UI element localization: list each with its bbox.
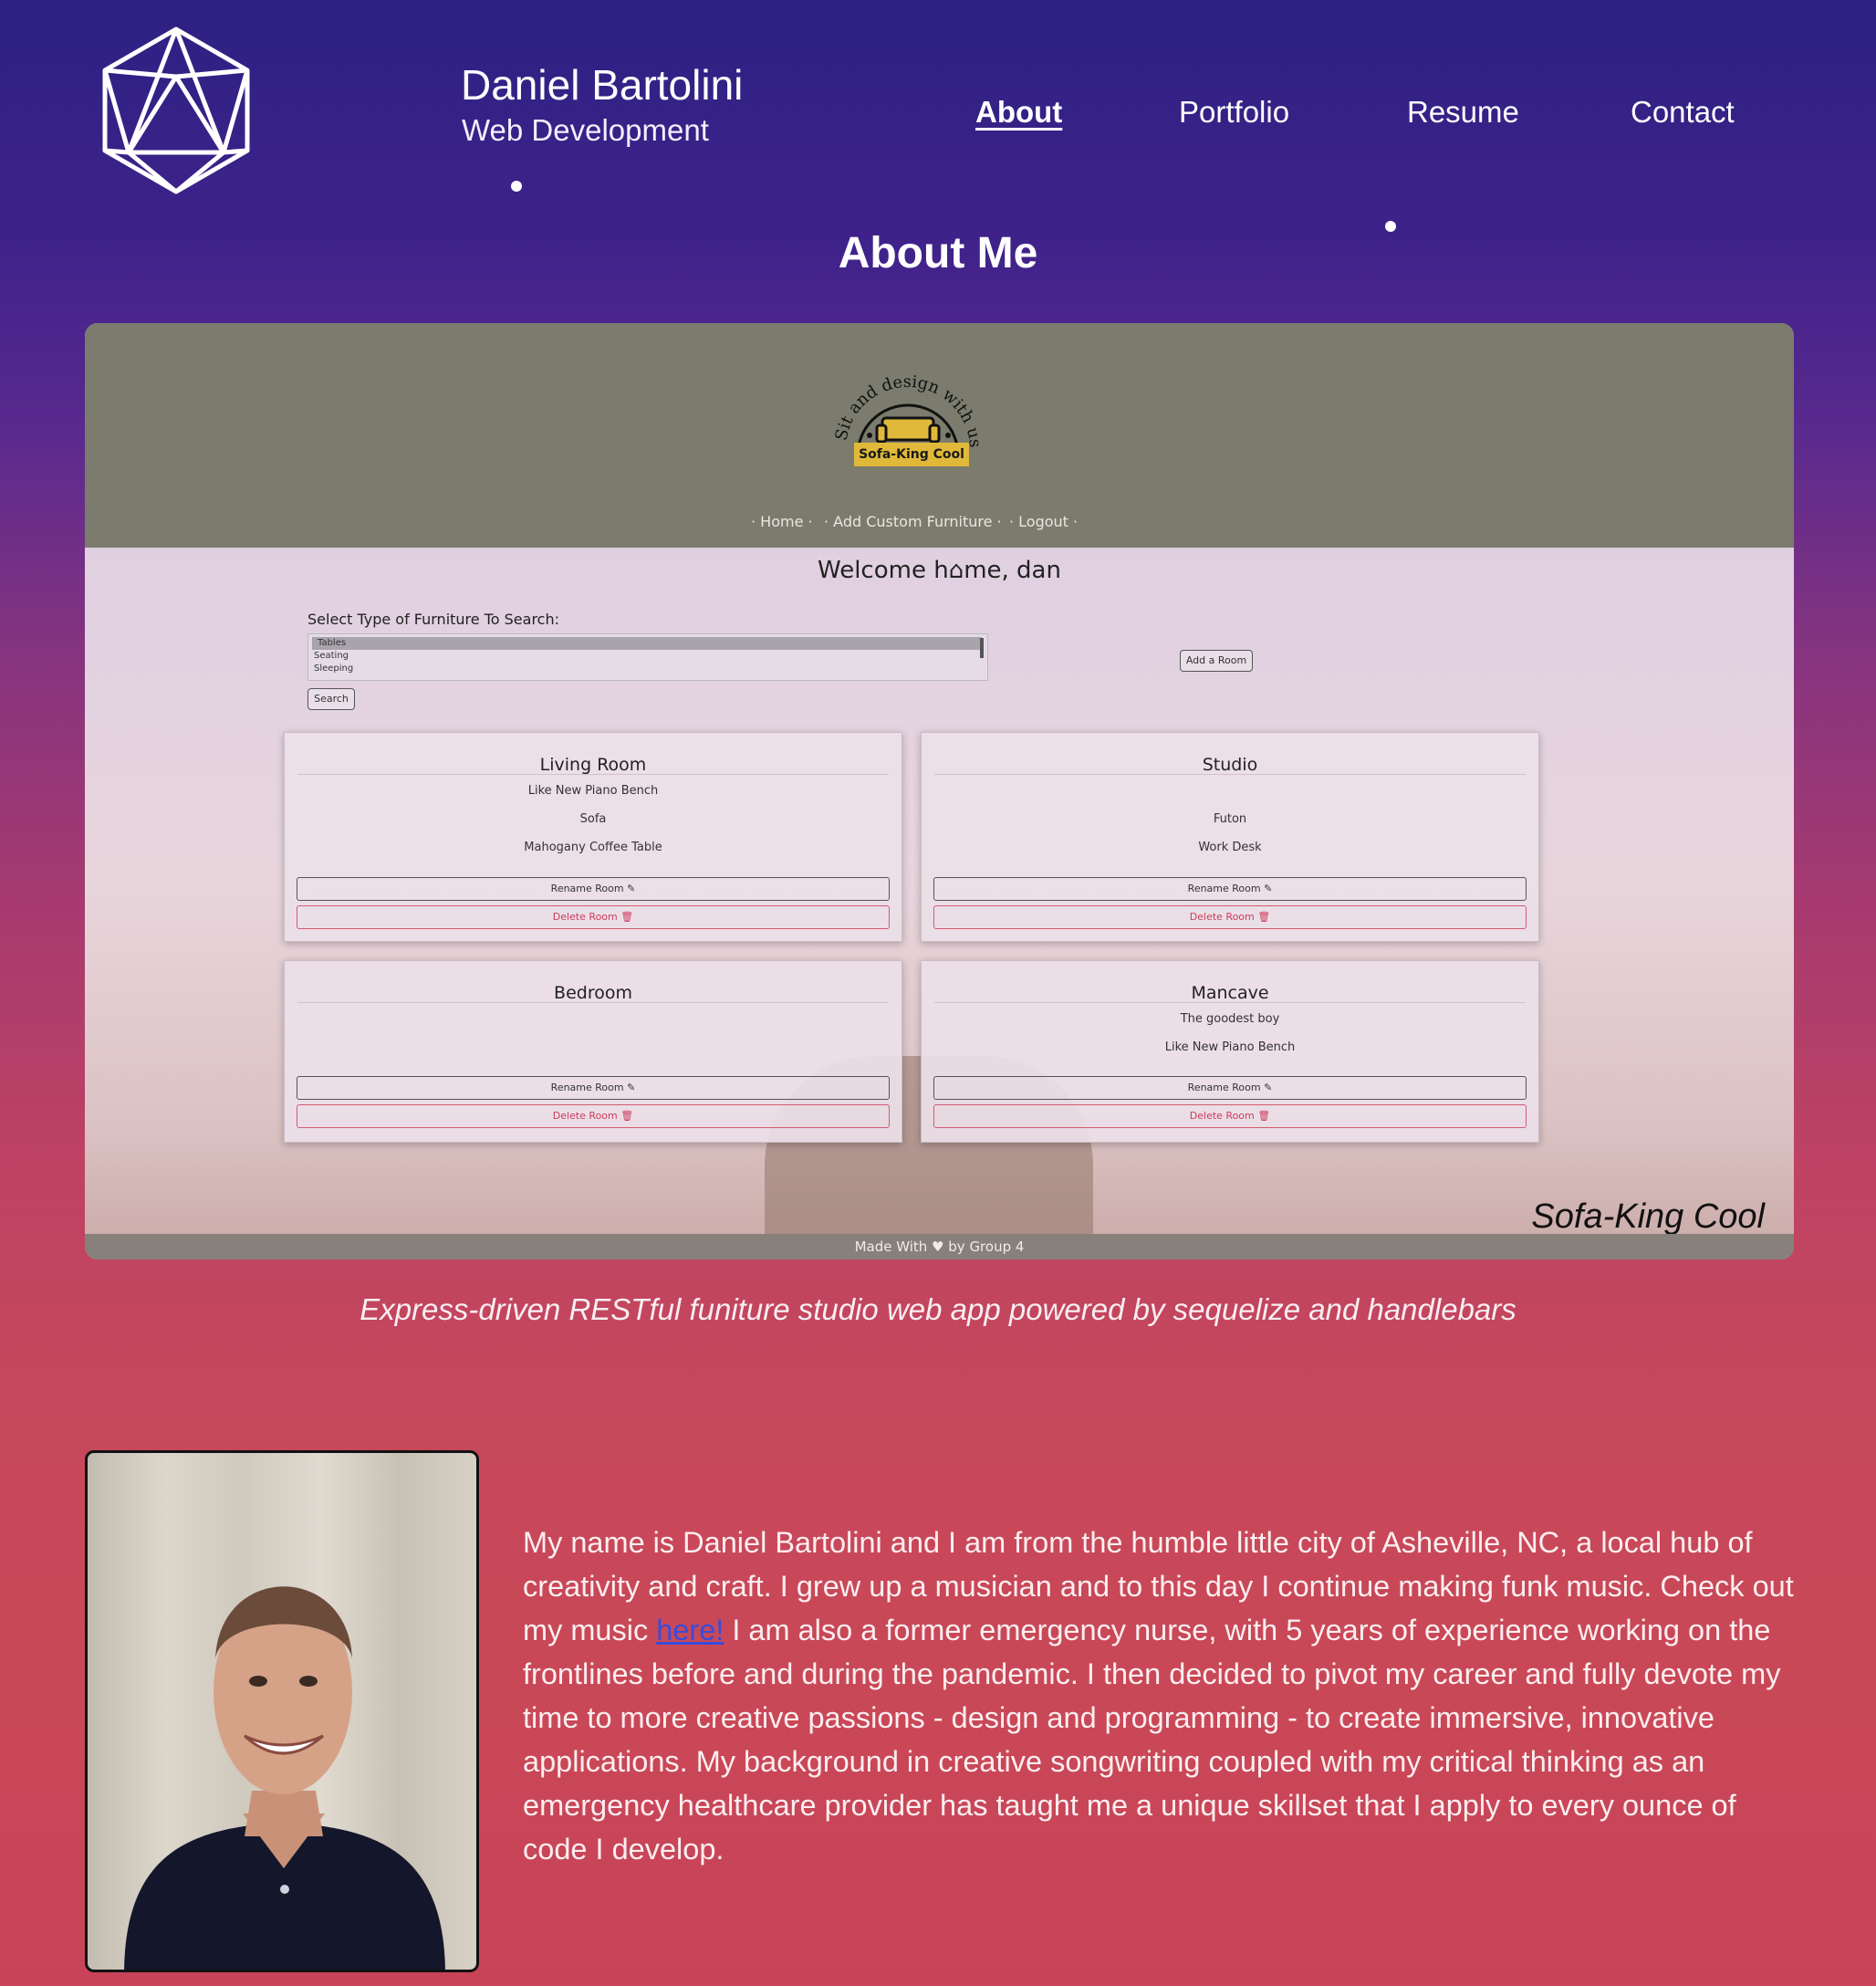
option-seating[interactable]: Seating <box>308 650 987 663</box>
add-room-button[interactable]: Add a Room <box>1180 650 1253 672</box>
person-portrait-icon <box>124 1586 445 1970</box>
room-item: Like New Piano Bench <box>527 784 659 798</box>
room-title: Bedroom <box>297 972 889 1003</box>
furniture-type-select[interactable]: Tables Seating Sleeping <box>307 633 988 681</box>
app-header: Sit and design with us! Sofa-King Cool ·… <box>85 323 1794 548</box>
room-title: Mancave <box>934 972 1526 1003</box>
room-card: Bedroom Rename Room ✎ Delete Room 🗑 <box>284 960 902 1143</box>
bio-paragraph: My name is Daniel Bartolini and I am fro… <box>523 1521 1800 1871</box>
select-scrollbar[interactable] <box>980 638 984 658</box>
furniture-search-label: Select Type of Furniture To Search: <box>307 611 559 628</box>
app-footer: Made With ♥ by Group 4 <box>85 1234 1794 1260</box>
nav-contact-link[interactable]: Contact <box>1631 95 1735 130</box>
search-button[interactable]: Search <box>307 688 355 710</box>
delete-room-button[interactable]: Delete Room 🗑 <box>933 1104 1527 1128</box>
room-item: Sofa <box>579 812 607 826</box>
delete-room-button[interactable]: Delete Room 🗑 <box>297 905 890 929</box>
site-subtitle: Web Development <box>462 113 709 147</box>
profile-photo <box>85 1450 479 1972</box>
background-sparkle <box>511 181 522 192</box>
project-caption: Express-driven RESTful funiture studio w… <box>360 1292 1516 1326</box>
room-card: Living Room Like New Piano Bench Sofa Ma… <box>284 732 902 942</box>
rename-room-button[interactable]: Rename Room ✎ <box>297 1076 890 1100</box>
app-nav-home[interactable]: · Home · <box>751 513 813 530</box>
room-title: Living Room <box>297 744 889 775</box>
option-tables[interactable]: Tables <box>312 637 982 650</box>
d20-logo-icon[interactable] <box>99 24 254 197</box>
rename-room-button[interactable]: Rename Room ✎ <box>933 1076 1527 1100</box>
sofa-logo-badge: Sofa-King Cool <box>854 443 969 466</box>
site-owner-name: Daniel Bartolini <box>461 61 744 109</box>
delete-room-button[interactable]: Delete Room 🗑 <box>933 905 1527 929</box>
room-card: Mancave The goodest boy Like New Piano B… <box>921 960 1539 1143</box>
rename-room-button[interactable]: Rename Room ✎ <box>933 877 1527 901</box>
project-screenshot[interactable]: Sit and design with us! Sofa-King Cool ·… <box>85 323 1794 1260</box>
app-nav-add-furniture[interactable]: · Add Custom Furniture · <box>824 513 1002 530</box>
bio-text: I am also a former emergency nurse, with… <box>523 1614 1781 1866</box>
app-nav-logout[interactable]: · Logout · <box>1009 513 1078 530</box>
room-item: Like New Piano Bench <box>1164 1040 1296 1054</box>
room-item: Mahogany Coffee Table <box>524 841 662 854</box>
nav-resume-link[interactable]: Resume <box>1407 95 1519 130</box>
room-title: Studio <box>934 744 1526 775</box>
welcome-heading: Welcome h⌂me, dan <box>818 557 1061 584</box>
room-item: Futon <box>1213 812 1247 826</box>
option-sleeping[interactable]: Sleeping <box>308 663 987 675</box>
app-brand-text: Sofa-King Cool <box>1531 1197 1765 1236</box>
room-item: Work Desk <box>1198 841 1262 854</box>
delete-room-button[interactable]: Delete Room 🗑 <box>297 1104 890 1128</box>
music-link[interactable]: here! <box>656 1614 724 1646</box>
nav-portfolio-link[interactable]: Portfolio <box>1179 95 1289 130</box>
page-title: About Me <box>838 229 1038 277</box>
room-card: Studio Futon Work Desk Rename Room ✎ Del… <box>921 732 1539 942</box>
rename-room-button[interactable]: Rename Room ✎ <box>297 877 890 901</box>
nav-about-link[interactable]: About <box>975 95 1062 130</box>
room-item: The goodest boy <box>1180 1012 1280 1026</box>
